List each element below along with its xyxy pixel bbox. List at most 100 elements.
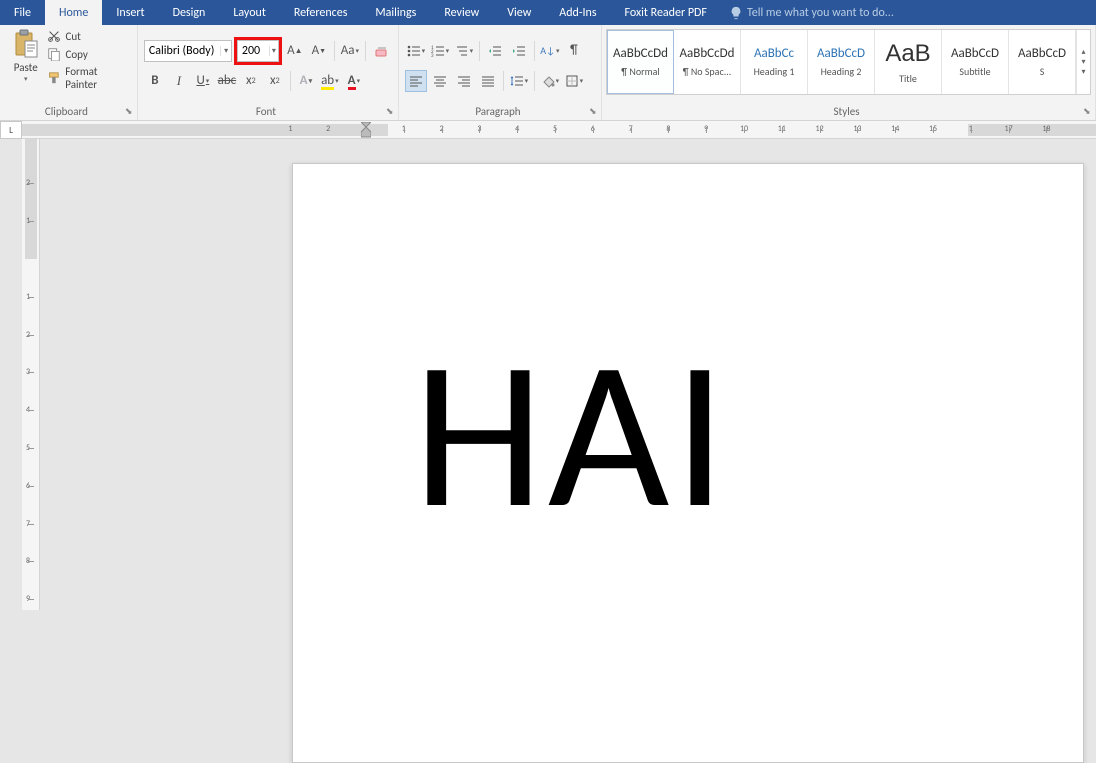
scissors-icon (47, 29, 61, 43)
strikethrough-button[interactable]: abc (216, 70, 238, 92)
style-preview: AaBbCc (754, 46, 794, 61)
group-clipboard-label: Clipboard (0, 105, 133, 118)
font-name-input[interactable] (145, 44, 220, 58)
paste-label: Paste (14, 61, 38, 74)
increase-indent-button[interactable] (508, 40, 530, 62)
borders-button[interactable] (563, 70, 585, 92)
font-color-button[interactable]: A (343, 70, 365, 92)
underline-button[interactable]: U (192, 70, 214, 92)
copy-icon (47, 47, 61, 61)
indent-icon (512, 44, 526, 58)
paste-button[interactable]: Paste ▾ (6, 29, 45, 102)
cut-label: Cut (65, 30, 80, 43)
tab-view[interactable]: View (493, 0, 545, 25)
paintbrush-icon (47, 71, 61, 85)
tell-me-search[interactable]: Tell me what you want to do... (729, 0, 894, 25)
style-item---normal[interactable]: AaBbCcDd¶ Normal (607, 30, 674, 94)
styles-gallery-more[interactable]: ▴▾▾ (1076, 30, 1090, 94)
tab-design[interactable]: Design (159, 0, 220, 25)
tab-file[interactable]: File (0, 0, 45, 25)
font-name-combo[interactable]: ▾ (144, 40, 232, 62)
group-font-label: Font (138, 105, 394, 118)
font-size-dropdown[interactable]: ▾ (269, 46, 278, 56)
style-item-heading-2[interactable]: AaBbCcDHeading 2 (808, 30, 875, 94)
tab-home[interactable]: Home (45, 0, 102, 25)
style-item-s[interactable]: AaBbCcDS (1009, 30, 1076, 94)
document-area[interactable]: HAI (40, 139, 1096, 610)
bullet-list-icon (407, 44, 421, 58)
style-name: Heading 2 (821, 65, 862, 78)
number-list-icon: 123 (431, 44, 445, 58)
decrease-indent-button[interactable] (484, 40, 506, 62)
tab-mailings[interactable]: Mailings (361, 0, 430, 25)
font-size-highlight: ▾ (234, 37, 282, 65)
outdent-icon (488, 44, 502, 58)
page[interactable]: HAI (292, 163, 1084, 763)
font-size-input[interactable] (238, 44, 269, 58)
borders-icon (565, 74, 579, 88)
clipboard-launcher[interactable]: ⬊ (125, 106, 135, 116)
subscript-button[interactable]: x2 (240, 70, 262, 92)
justify-icon (481, 74, 495, 88)
tab-references[interactable]: References (280, 0, 362, 25)
align-left-button[interactable] (405, 70, 427, 92)
horizontal-ruler[interactable]: 2112345678910111213141511718 (22, 121, 1096, 139)
superscript-button[interactable]: x2 (264, 70, 286, 92)
show-marks-button[interactable]: ¶ (563, 40, 585, 62)
align-right-button[interactable] (453, 70, 475, 92)
style-name: ¶ No Spac... (683, 65, 732, 78)
tab-addins[interactable]: Add-Ins (545, 0, 610, 25)
paste-icon (13, 29, 39, 59)
change-case-button[interactable]: Aa (339, 40, 361, 62)
bullets-button[interactable] (405, 40, 427, 62)
style-item-title[interactable]: AaBTitle (875, 30, 942, 94)
sort-button[interactable]: A↓ (539, 40, 561, 62)
text-effects-button[interactable]: A (295, 70, 317, 92)
tab-insert[interactable]: Insert (102, 0, 158, 25)
highlight-button[interactable]: ab (319, 70, 341, 92)
format-painter-label: Format Painter (65, 65, 131, 91)
paint-bucket-icon (541, 74, 555, 88)
style-preview: AaBbCcD (951, 46, 999, 61)
style-item-subtitle[interactable]: AaBbCcD Subtitle (942, 30, 1009, 94)
group-paragraph-label: Paragraph (399, 105, 597, 118)
line-spacing-icon (510, 74, 524, 88)
clear-formatting-button[interactable] (370, 40, 392, 62)
shading-button[interactable] (539, 70, 561, 92)
line-spacing-button[interactable] (508, 70, 530, 92)
eraser-icon (373, 43, 389, 59)
cut-button[interactable]: Cut (47, 29, 130, 43)
align-right-icon (457, 74, 471, 88)
copy-label: Copy (65, 48, 87, 61)
tab-review[interactable]: Review (430, 0, 493, 25)
tab-foxit[interactable]: Foxit Reader PDF (611, 0, 721, 25)
increase-font-button[interactable]: A▲ (284, 40, 306, 62)
style-item-heading-1[interactable]: AaBbCcHeading 1 (741, 30, 808, 94)
style-preview: AaBbCcDd (680, 46, 735, 61)
style-name: Title (899, 72, 917, 85)
paragraph-launcher[interactable]: ⬊ (589, 106, 599, 116)
vertical-ruler[interactable]: 21123456789 (22, 139, 40, 610)
font-size-combo[interactable]: ▾ (237, 40, 279, 62)
italic-button[interactable]: I (168, 70, 190, 92)
style-name: Subtitle (959, 65, 990, 78)
styles-launcher[interactable]: ⬊ (1083, 106, 1093, 116)
bold-button[interactable]: B (144, 70, 166, 92)
decrease-font-button[interactable]: A▼ (308, 40, 330, 62)
tab-selector-button[interactable]: L (0, 121, 22, 139)
document-text[interactable]: HAI (413, 329, 730, 539)
align-center-icon (433, 74, 447, 88)
multilevel-list-button[interactable] (453, 40, 475, 62)
tab-layout[interactable]: Layout (219, 0, 280, 25)
numbering-button[interactable]: 123 (429, 40, 451, 62)
format-painter-button[interactable]: Format Painter (47, 65, 130, 91)
font-launcher[interactable]: ⬊ (386, 106, 396, 116)
indent-marker-icon[interactable] (361, 122, 371, 138)
font-name-dropdown[interactable]: ▾ (220, 46, 231, 56)
style-item---no-spac---[interactable]: AaBbCcDd ¶ No Spac... (674, 30, 741, 94)
style-name: ¶ Normal (621, 65, 659, 78)
svg-text:3: 3 (431, 53, 434, 58)
justify-button[interactable] (477, 70, 499, 92)
align-center-button[interactable] (429, 70, 451, 92)
copy-button[interactable]: Copy (47, 47, 130, 61)
